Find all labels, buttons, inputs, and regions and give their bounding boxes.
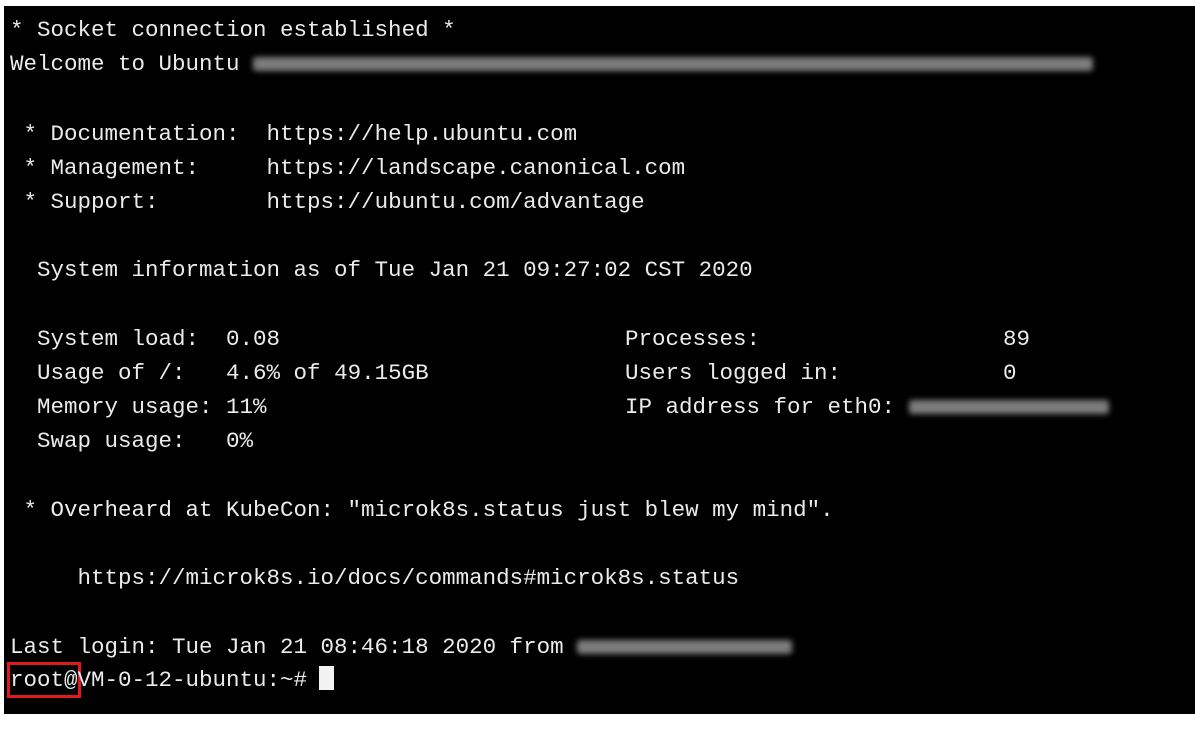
load-value: 0.08	[226, 326, 281, 352]
memory-value: 11%	[226, 394, 267, 420]
processes-label: Processes:	[625, 326, 761, 352]
usage-value: 4.6% of 49.15GB	[226, 360, 429, 386]
prompt-user: root@	[7, 662, 81, 698]
swap-line: Swap usage: 0%	[10, 426, 253, 456]
mgmt-label: * Management:	[10, 155, 267, 181]
docs-line: * Documentation: https://help.ubuntu.com	[10, 119, 578, 149]
processes-value: 89	[1003, 326, 1031, 352]
terminal-window[interactable]: * Socket connection established * Welcom…	[4, 6, 1195, 714]
microk8s-link: https://microk8s.io/docs/commands#microk…	[10, 565, 740, 591]
docs-url: https://help.ubuntu.com	[266, 121, 578, 147]
memory-line: Memory usage: 11%	[10, 392, 267, 422]
ip-spacer	[895, 394, 909, 420]
redacted-ip	[908, 400, 1109, 415]
memory-label: Memory usage:	[10, 394, 227, 420]
prompt-line[interactable]: root@VM-0-12-ubuntu:~#	[7, 662, 335, 698]
support-line: * Support: https://ubuntu.com/advantage	[10, 187, 645, 217]
users-label: Users logged in:	[625, 360, 842, 386]
mgmt-line: * Management: https://landscape.canonica…	[10, 153, 686, 183]
last-login-line: Last login: Tue Jan 21 08:46:18 2020 fro…	[10, 632, 793, 662]
welcome-line: Welcome to Ubuntu	[10, 49, 1094, 79]
load-line: System load: 0.08	[10, 324, 280, 354]
redacted-version	[253, 57, 1094, 72]
text-cursor	[319, 666, 335, 691]
banner-line: * Socket connection established *	[10, 17, 456, 43]
last-login-text: Last login: Tue Jan 21 08:46:18 2020 fro…	[10, 634, 578, 660]
load-label: System load:	[10, 326, 227, 352]
ip-line: IP address for eth0:	[625, 392, 1109, 422]
users-value: 0	[1003, 360, 1017, 386]
welcome-text: Welcome to Ubuntu	[10, 51, 254, 77]
redacted-login-ip	[577, 640, 793, 655]
docs-label: * Documentation:	[10, 121, 267, 147]
ip-label: IP address for eth0:	[625, 394, 896, 420]
swap-value: 0%	[226, 428, 254, 454]
support-label: * Support:	[10, 189, 267, 215]
support-url: https://ubuntu.com/advantage	[266, 189, 645, 215]
usage-label: Usage of /:	[10, 360, 227, 386]
prompt-host: VM-0-12-ubuntu:~#	[77, 667, 308, 693]
swap-label: Swap usage:	[10, 428, 227, 454]
usage-line: Usage of /: 4.6% of 49.15GB	[10, 358, 429, 388]
overheard-line: * Overheard at KubeCon: "microk8s.status…	[10, 497, 834, 523]
sysinfo-line: System information as of Tue Jan 21 09:2…	[10, 257, 753, 283]
mgmt-url: https://landscape.canonical.com	[266, 155, 686, 181]
